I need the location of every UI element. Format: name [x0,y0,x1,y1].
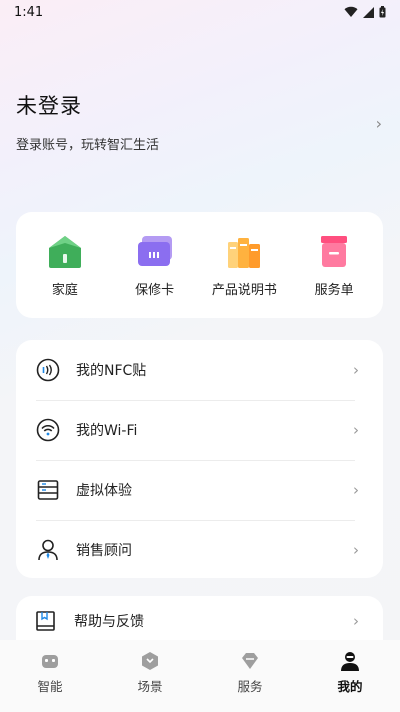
quick-action-service-order[interactable]: 服务单 [291,232,377,298]
robot-icon [42,655,58,668]
wifi-icon-wrap [36,418,60,442]
chevron-right-icon: › [353,541,359,559]
advisor-icon-wrap [36,538,60,562]
profile-header[interactable]: 未登录 登录账号，玩转智汇生活 › [16,90,384,160]
menu-item-label: 虚拟体验 [76,483,132,499]
service-order-icon [321,236,348,267]
status-bar: 1:41 [0,0,400,24]
menu-item-label: 销售顾问 [76,543,132,559]
tab-label: 服务 [237,679,263,694]
battery-icon [379,6,386,18]
nfc-icon-wrap [36,358,60,382]
menu-item-label: 我的Wi-Fi [76,423,138,439]
menu-item-wifi[interactable]: 我的Wi-Fi › [16,400,383,460]
wifi-icon [36,418,60,442]
quick-action-label: 家庭 [51,283,78,298]
menu-item-label: 帮助与反馈 [74,614,144,630]
menu-list-card: 我的NFC贴 › 我的Wi-Fi › 虚拟体验 › 销售顾问 › [16,340,383,578]
quick-action-label: 产品说明书 [211,283,277,298]
quick-action-warranty[interactable]: 保修卡 [112,232,198,298]
scene-icon [142,652,158,670]
tab-scene[interactable]: 场景 [110,650,190,695]
tab-smart[interactable]: 智能 [10,650,90,695]
quick-action-home[interactable]: 家庭 [22,232,108,298]
quick-actions-card: 家庭 保修卡 产品说明书 服务单 [16,212,383,318]
profile-icon [341,652,359,671]
bottom-tab-bar: 智能 场景 服务 我的 [0,640,400,712]
menu-item-sales-advisor[interactable]: 销售顾问 › [16,520,383,578]
diamond-icon [242,653,258,669]
server-icon-wrap [36,478,60,502]
warranty-card-icon [137,236,172,266]
home-icon [48,236,81,268]
wifi-signal-icon [344,6,358,18]
tab-label: 我的 [337,679,363,694]
status-icons [344,6,386,18]
status-time: 1:41 [14,4,44,20]
chevron-right-icon: › [353,481,359,499]
chevron-right-icon: › [353,421,359,439]
menu-item-label: 我的NFC贴 [76,363,147,379]
tab-mine[interactable]: 我的 [310,650,390,695]
manual-books-icon [228,238,261,268]
server-icon [37,480,59,500]
advisor-icon [38,539,58,561]
tab-label: 智能 [37,679,63,694]
menu-item-nfc[interactable]: 我的NFC贴 › [16,340,383,400]
login-status-title: 未登录 [16,94,82,118]
chevron-right-icon: › [353,361,359,379]
quick-action-label: 保修卡 [135,283,175,298]
book-icon-wrap [34,609,58,633]
cell-signal-icon [363,6,374,18]
menu-item-help-feedback[interactable]: 帮助与反馈 › [16,596,383,646]
quick-action-label: 服务单 [314,283,354,298]
login-subtitle: 登录账号，玩转智汇生活 [16,138,160,153]
tab-label: 场景 [137,679,163,694]
book-icon [36,611,55,631]
tab-service[interactable]: 服务 [210,650,290,695]
nfc-icon [36,358,60,382]
chevron-right-icon: › [353,612,359,630]
menu-item-virtual-experience[interactable]: 虚拟体验 › [16,460,383,520]
chevron-right-icon: › [375,114,382,133]
quick-action-manual[interactable]: 产品说明书 [201,232,287,298]
